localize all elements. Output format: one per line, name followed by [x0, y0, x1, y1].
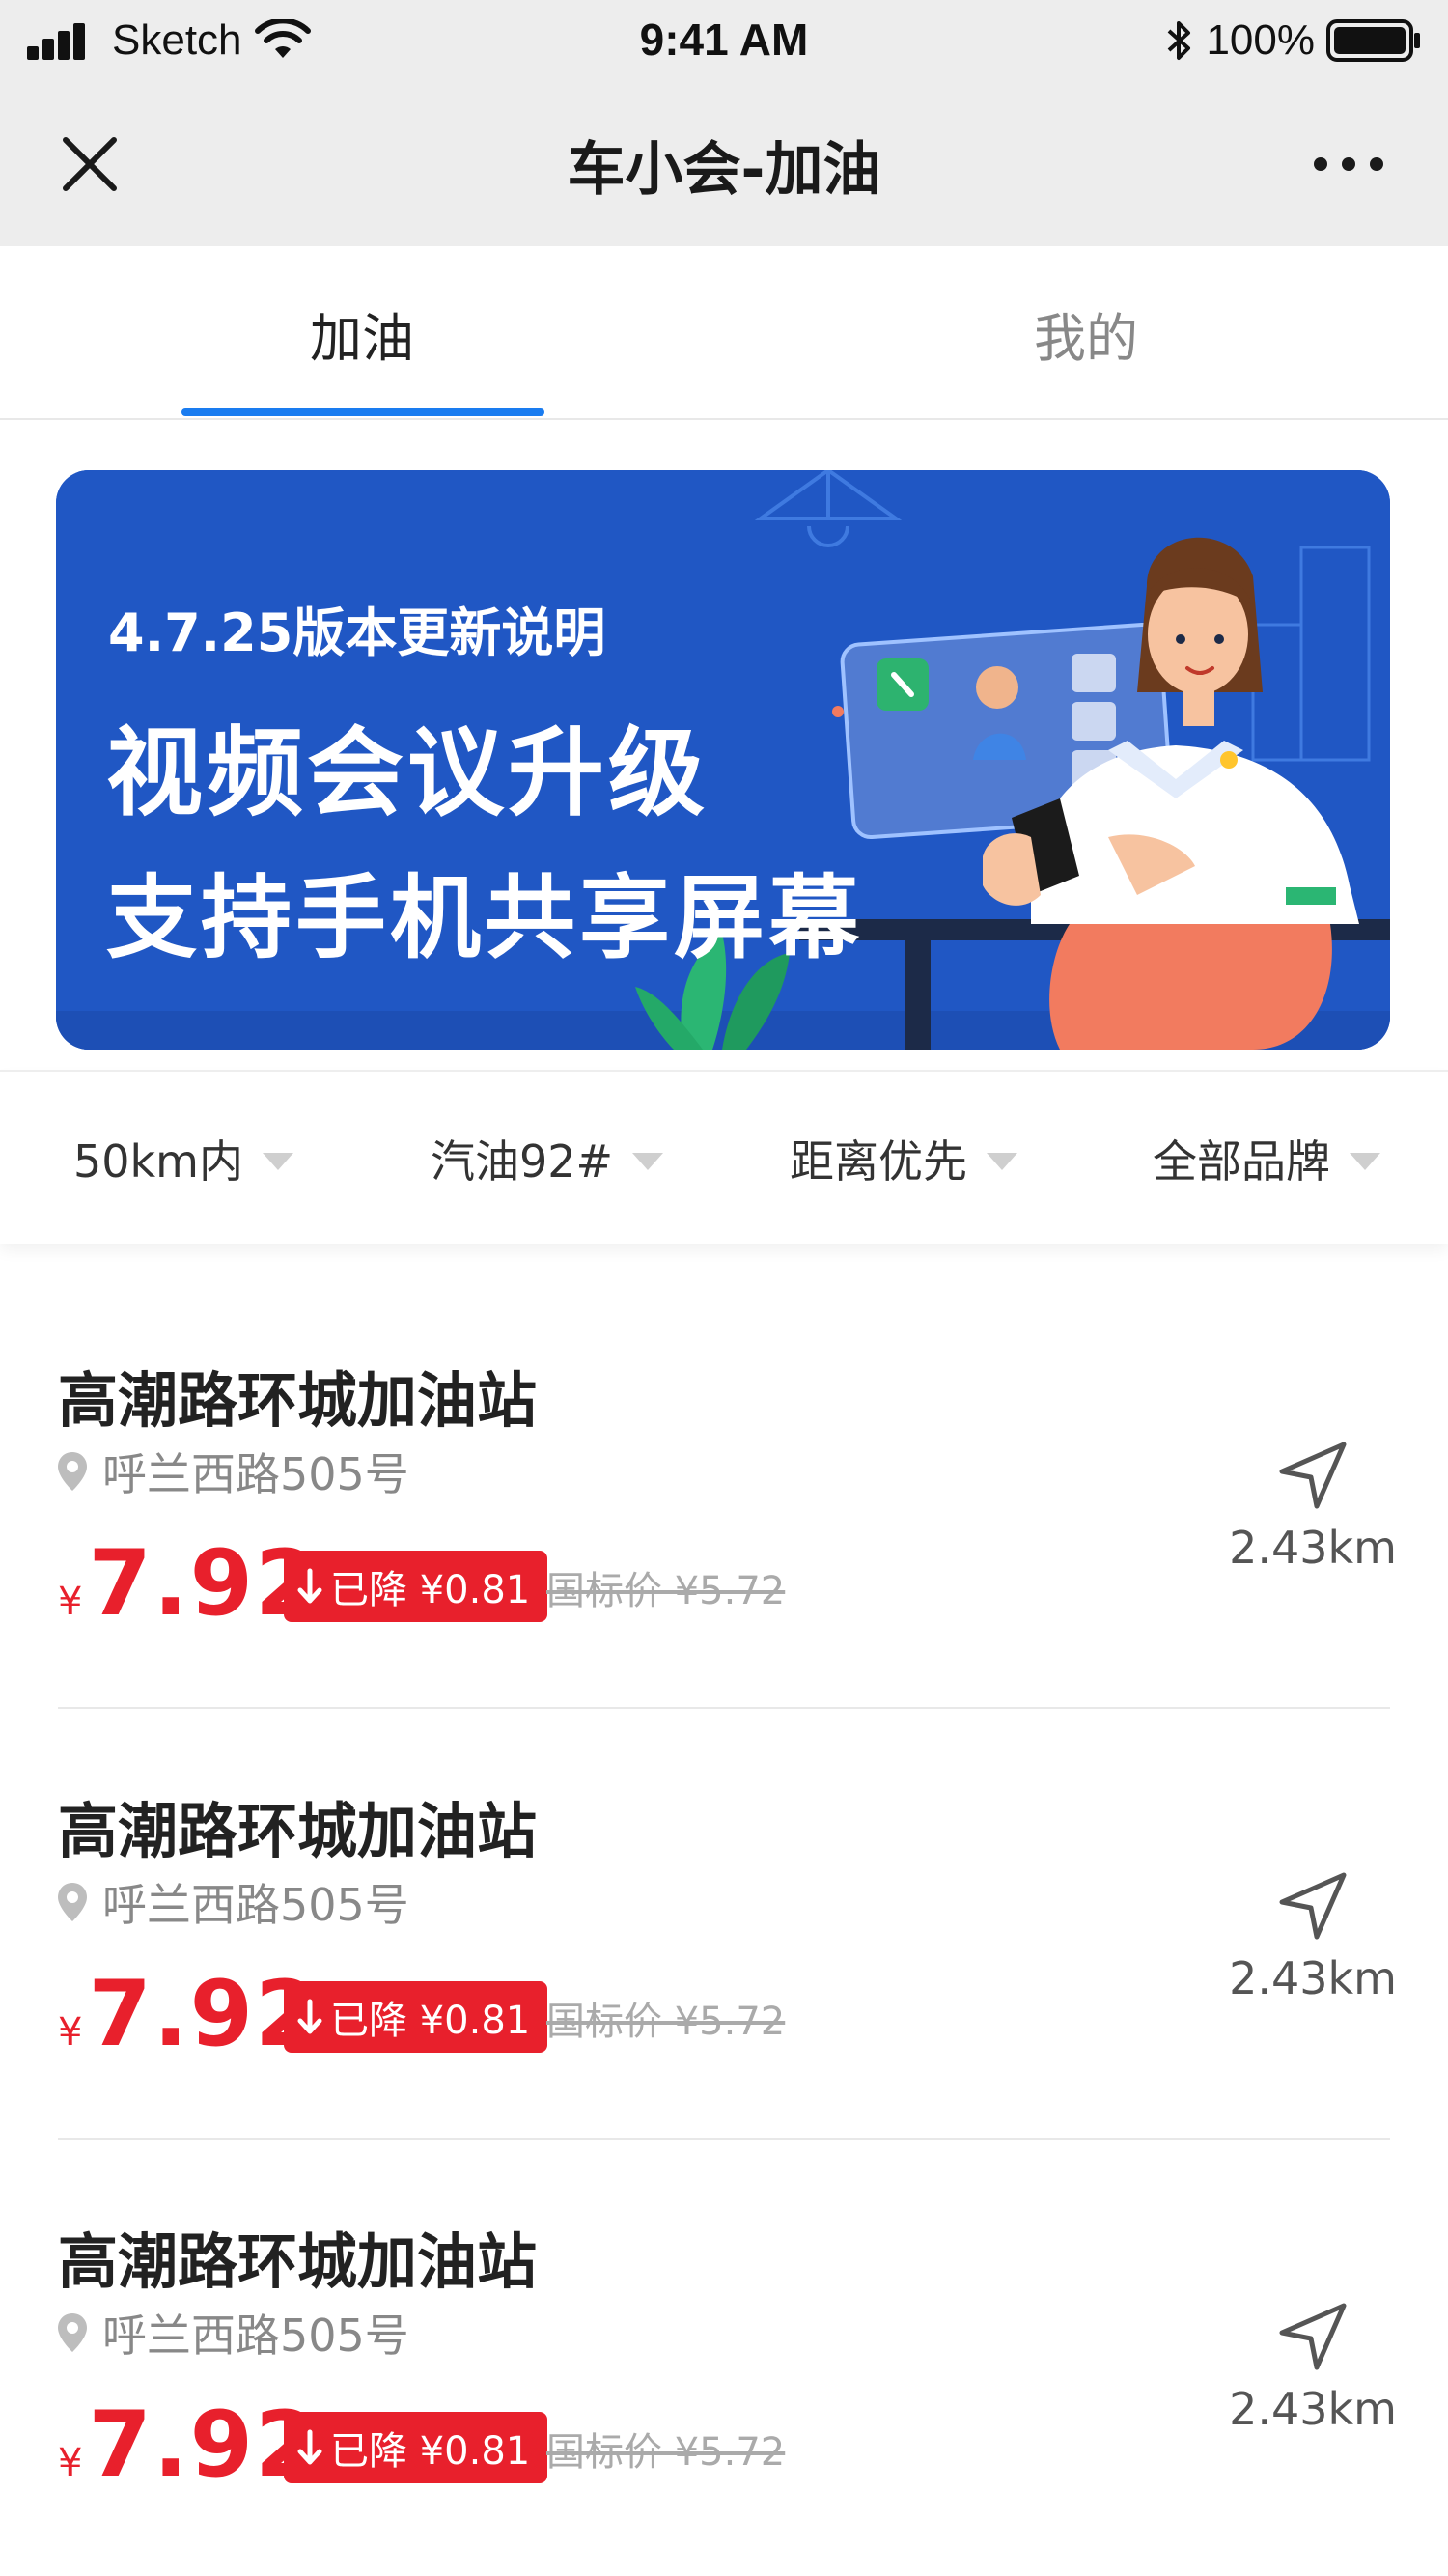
station-address: 呼兰西路505号	[56, 1442, 409, 1500]
filter-fuel-type[interactable]: 汽油92#	[431, 1072, 664, 1246]
station-list-item[interactable]: 高潮路环城加油站 呼兰西路505号 ¥ 7.92 已降 ¥0.81 国标价 ¥5…	[0, 2134, 1448, 2564]
filter-sort-label: 距离优先	[790, 1135, 967, 1188]
arrow-down-icon	[297, 1999, 322, 2034]
banner-subheadline: 支持手机共享屏幕	[106, 866, 864, 971]
arrow-down-icon	[297, 1568, 322, 1604]
battery-icon	[1326, 19, 1420, 62]
tab-refuel[interactable]: 加油	[0, 246, 724, 420]
banner-subtitle: 4.7.25版本更新说明	[108, 602, 606, 663]
bluetooth-icon	[1168, 21, 1191, 60]
battery-percent: 100%	[1206, 16, 1315, 64]
tab-bar: 加油 我的	[0, 246, 1448, 420]
arrow-down-icon	[297, 2429, 322, 2465]
currency-symbol: ¥	[58, 2441, 83, 2485]
tab-mine[interactable]: 我的	[724, 246, 1448, 420]
more-icon	[1314, 157, 1383, 171]
navigation-arrow-icon	[1279, 1442, 1347, 1509]
status-right: 100%	[1165, 14, 1423, 68]
navigation-arrow-icon	[1279, 2303, 1347, 2370]
price-drop-badge: 已降 ¥0.81	[284, 1551, 548, 1622]
station-list-item[interactable]: 高潮路环城加油站 呼兰西路505号 ¥ 7.92 已降 ¥0.81 国标价 ¥5…	[0, 1703, 1448, 2134]
promo-banner[interactable]: 4.7.25版本更新说明 视频会议升级 支持手机共享屏幕	[56, 470, 1390, 1050]
caret-down-icon	[632, 1153, 664, 1170]
station-list-item[interactable]: 高潮路环城加油站 呼兰西路505号 ¥ 7.92 已降 ¥0.81 国标价 ¥5…	[0, 1273, 1448, 1703]
station-address-text: 呼兰西路505号	[102, 2310, 409, 2362]
price-drop-text: 已降 ¥0.81	[330, 1999, 531, 2043]
station-name: 高潮路环城加油站	[58, 2226, 538, 2297]
location-pin-icon	[58, 2313, 87, 2352]
filter-bar: 50km内 汽油92# 距离优先 全部品牌	[0, 1070, 1448, 1244]
navigate-button[interactable]	[1274, 2298, 1351, 2375]
currency-symbol: ¥	[58, 2010, 83, 2055]
standard-price: 国标价 ¥5.72	[546, 2430, 786, 2475]
station-address: 呼兰西路505号	[56, 1873, 409, 1931]
station-address-text: 呼兰西路505号	[102, 1879, 409, 1931]
filter-distance[interactable]: 50km内	[73, 1072, 293, 1246]
station-distance: 2.43km	[1229, 1522, 1397, 1574]
status-bar: Sketch 9:41 AM 100%	[0, 0, 1448, 82]
currency-symbol: ¥	[58, 1580, 83, 1624]
filter-brand-label: 全部品牌	[1153, 1135, 1330, 1188]
banner-headline: 视频会议升级	[106, 716, 709, 829]
navigation-arrow-icon	[1279, 1872, 1347, 1940]
station-price: ¥ 7.92	[58, 1531, 320, 1637]
more-button[interactable]	[1295, 130, 1402, 198]
location-pin-icon	[58, 1883, 87, 1921]
station-name: 高潮路环城加油站	[58, 1365, 538, 1436]
filter-brand[interactable]: 全部品牌	[1153, 1072, 1380, 1246]
price-drop-badge: 已降 ¥0.81	[284, 1981, 548, 2053]
caret-down-icon	[262, 1153, 293, 1170]
location-pin-icon	[58, 1452, 87, 1491]
station-distance: 2.43km	[1229, 1952, 1397, 2004]
station-price: ¥ 7.92	[58, 2393, 320, 2498]
price-drop-text: 已降 ¥0.81	[330, 2429, 531, 2474]
price-drop-text: 已降 ¥0.81	[330, 1568, 531, 1612]
caret-down-icon	[987, 1153, 1017, 1170]
station-name: 高潮路环城加油站	[58, 1796, 538, 1866]
page-title: 车小会-加油	[567, 136, 881, 204]
station-distance: 2.43km	[1229, 2383, 1397, 2435]
station-price: ¥ 7.92	[58, 1962, 320, 2067]
nav-bar: 车小会-加油	[0, 82, 1448, 246]
filter-sort[interactable]: 距离优先	[790, 1072, 1017, 1246]
station-address-text: 呼兰西路505号	[102, 1448, 409, 1500]
station-address: 呼兰西路505号	[56, 2304, 409, 2362]
standard-price: 国标价 ¥5.72	[546, 1569, 786, 1613]
filter-distance-label: 50km内	[73, 1135, 243, 1188]
price-drop-badge: 已降 ¥0.81	[284, 2412, 548, 2483]
navigate-button[interactable]	[1274, 1437, 1351, 1514]
tab-active-indicator	[181, 408, 544, 416]
filter-fuel-type-label: 汽油92#	[431, 1135, 614, 1188]
standard-price: 国标价 ¥5.72	[546, 2000, 786, 2044]
navigate-button[interactable]	[1274, 1867, 1351, 1945]
caret-down-icon	[1350, 1153, 1380, 1170]
